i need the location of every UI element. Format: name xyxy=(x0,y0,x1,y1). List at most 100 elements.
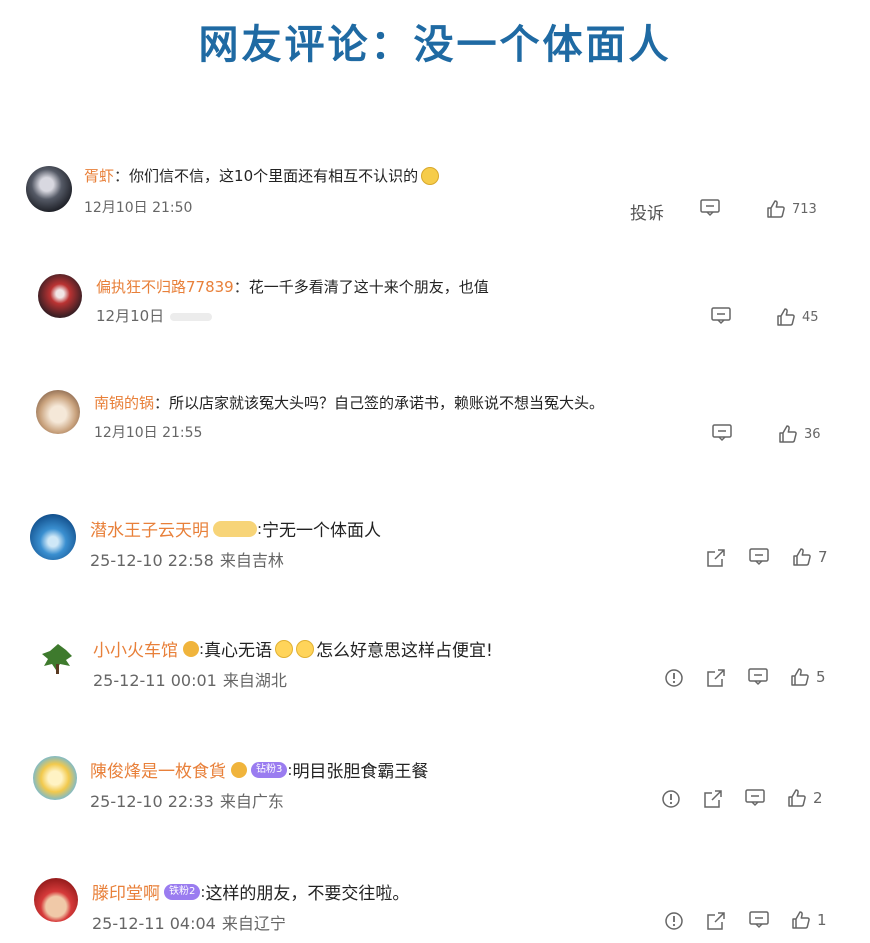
share-icon xyxy=(707,549,725,567)
username[interactable]: 偏执狂不归路77839 xyxy=(96,276,234,297)
avatar[interactable] xyxy=(34,878,78,922)
share-button[interactable] xyxy=(706,548,726,568)
comment-icon xyxy=(712,424,732,442)
thumbs-up-icon xyxy=(779,425,797,443)
thumbs-up-icon xyxy=(791,668,809,686)
username[interactable]: 陳俊烽是一枚食貨 xyxy=(90,757,226,782)
username[interactable]: 潜水王子云天明 xyxy=(90,516,209,541)
timestamp: 25-12-10 22:33 xyxy=(90,792,214,811)
avatar[interactable] xyxy=(36,390,80,434)
like-button[interactable]: 5 xyxy=(790,667,826,687)
comment-icon xyxy=(711,307,731,325)
like-count: 36 xyxy=(804,426,821,442)
comment-text-continued: 怎么好意思这样占便宜! xyxy=(316,641,493,661)
reply-button[interactable] xyxy=(748,668,768,686)
timestamp: 25-12-11 00:01 xyxy=(93,671,217,690)
username[interactable]: 滕印堂啊 xyxy=(92,879,160,904)
fan-badge: 钻粉3 xyxy=(251,761,288,778)
comment-icon xyxy=(749,911,769,929)
fan-badge: 铁粉2 xyxy=(164,883,201,900)
separator: ： xyxy=(114,167,130,185)
avatar[interactable] xyxy=(38,274,82,318)
avatar[interactable] xyxy=(33,756,77,800)
speechless-emoji-icon xyxy=(275,639,294,658)
comment-icon xyxy=(749,548,769,566)
like-button[interactable]: 45 xyxy=(776,307,819,327)
cat-emoji-icon xyxy=(421,166,440,185)
share-button[interactable] xyxy=(706,668,726,688)
like-button[interactable]: 7 xyxy=(792,547,828,567)
username[interactable]: 南锅的锅 xyxy=(94,392,154,413)
like-button[interactable]: 713 xyxy=(766,199,817,219)
comment-text: 宁无一个体面人 xyxy=(262,521,382,541)
like-count: 45 xyxy=(802,309,819,325)
report-icon xyxy=(665,669,683,687)
reply-button[interactable] xyxy=(745,789,765,807)
meta-row: 25-12-10 22:58 来自吉林 xyxy=(90,547,284,571)
separator: ： xyxy=(154,394,170,412)
tree-avatar-icon[interactable] xyxy=(36,636,80,680)
separator: ： xyxy=(233,278,249,296)
reply-button[interactable] xyxy=(749,548,769,566)
like-button[interactable]: 36 xyxy=(778,424,821,444)
like-count: 1 xyxy=(817,911,827,929)
timestamp-row: 12月10日 xyxy=(96,305,213,326)
comment-icon xyxy=(745,789,765,807)
username[interactable]: 小小火车馆 xyxy=(93,636,178,661)
timestamp: 12月10日 xyxy=(96,307,165,325)
thumbs-up-icon xyxy=(793,548,811,566)
timestamp: 12月10日 21:55 xyxy=(94,425,203,441)
report-button[interactable] xyxy=(664,911,684,931)
medal-icon xyxy=(231,761,247,778)
share-icon xyxy=(707,912,725,930)
comment-icon xyxy=(748,668,768,686)
page-title: 网友评论：没一个体面人 xyxy=(198,22,672,68)
reply-button[interactable] xyxy=(711,307,731,325)
thumbs-up-icon xyxy=(788,789,806,807)
timestamp: 25-12-11 04:04 xyxy=(92,914,216,933)
speechless-emoji-icon xyxy=(296,639,315,658)
comment-text: 明目张胆食霸王餐 xyxy=(292,762,429,782)
like-count: 7 xyxy=(818,548,828,566)
report-icon xyxy=(662,790,680,808)
location: 来自湖北 xyxy=(222,671,287,690)
username[interactable]: 胥虾 xyxy=(84,165,114,186)
fan-badge xyxy=(213,520,257,537)
location: 来自辽宁 xyxy=(221,914,286,933)
meta-row: 25-12-11 04:04 来自辽宁 xyxy=(92,910,286,934)
comment-text: 你们信不信，这10个里面还有相互不认识的 xyxy=(129,167,419,185)
like-count: 713 xyxy=(792,201,817,217)
comment-text: 所以店家就该冤大头吗？自己签的承诺书，赖账说不想当冤大头。 xyxy=(169,394,605,412)
share-button[interactable] xyxy=(703,789,723,809)
avatar[interactable] xyxy=(30,514,76,560)
like-button[interactable]: 2 xyxy=(787,788,823,808)
report-button[interactable]: 投诉 xyxy=(630,199,664,224)
report-button[interactable] xyxy=(661,789,681,809)
like-button[interactable]: 1 xyxy=(791,910,827,930)
comment-icon xyxy=(700,199,720,217)
reply-button[interactable] xyxy=(700,199,720,217)
comment-text: 这样的朋友，不要交往啦。 xyxy=(205,884,410,904)
like-count: 5 xyxy=(816,668,826,686)
thumbs-up-icon xyxy=(767,200,785,218)
location: 来自广东 xyxy=(219,792,284,811)
comment-text: 花一千多看清了这十来个朋友，也值 xyxy=(248,278,489,296)
reply-button[interactable] xyxy=(749,911,769,929)
avatar[interactable] xyxy=(26,166,72,212)
timestamp: 12月10日 21:50 xyxy=(84,200,193,216)
meta-row: 25-12-11 00:01 来自湖北 xyxy=(93,667,287,691)
report-icon xyxy=(665,912,683,930)
blurred-time xyxy=(170,312,213,321)
like-count: 2 xyxy=(813,789,823,807)
share-icon xyxy=(707,669,725,687)
share-icon xyxy=(704,790,722,808)
timestamp: 25-12-10 22:58 xyxy=(90,551,214,570)
meta-row: 25-12-10 22:33 来自广东 xyxy=(90,788,284,812)
comment-text: 真心无语 xyxy=(204,641,273,661)
reply-button[interactable] xyxy=(712,424,732,442)
report-button[interactable] xyxy=(664,668,684,688)
share-button[interactable] xyxy=(706,911,726,931)
thumbs-up-icon xyxy=(777,308,795,326)
medal-icon xyxy=(183,640,199,657)
thumbs-up-icon xyxy=(792,911,810,929)
